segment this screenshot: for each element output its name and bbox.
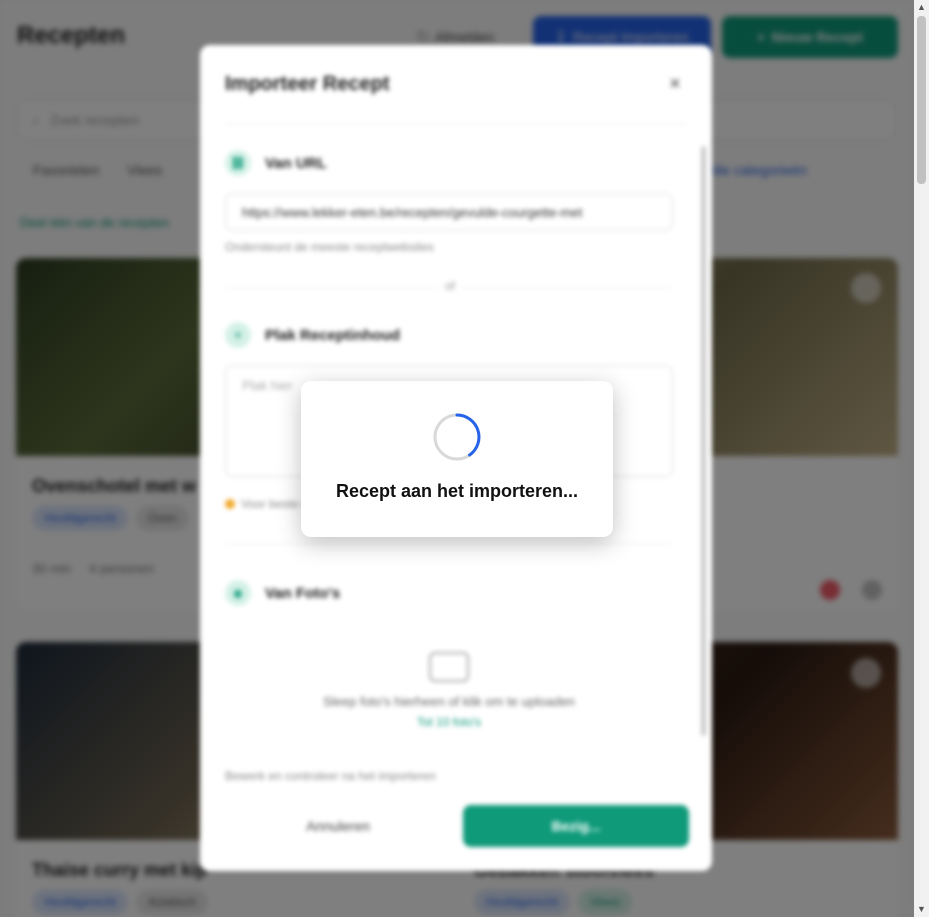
window-scrollbar[interactable]: ▲ ▼ <box>914 0 929 917</box>
spinner-arc <box>455 413 481 457</box>
dropzone-link[interactable]: Tot 10 foto's <box>225 715 673 729</box>
url-section-heading: ⛓ Van URL <box>225 150 327 176</box>
window-scrollbar-thumb[interactable] <box>917 16 926 184</box>
loading-spinner-icon <box>433 413 481 461</box>
url-section-label: Van URL <box>265 154 327 172</box>
modal-scrollbar-thumb[interactable] <box>701 146 706 736</box>
or-separator <box>225 543 673 544</box>
modal-title: Importeer Recept <box>225 73 390 95</box>
loading-message: Recept aan het importeren... <box>335 481 579 501</box>
close-icon[interactable]: × <box>666 74 684 94</box>
upload-icon <box>429 652 469 682</box>
scroll-down-arrow-icon[interactable]: ▼ <box>917 905 926 914</box>
modal-scrollbar[interactable] <box>700 140 708 780</box>
link-icon: ⛓ <box>225 150 251 176</box>
text-section-label: Plak Receptinhoud <box>265 326 401 344</box>
warning-dot-icon <box>225 499 235 509</box>
modal-header-divider <box>225 123 687 124</box>
loading-dialog: Recept aan het importeren... <box>301 381 613 537</box>
url-input[interactable]: https://www.lekker-eten.be/recepten/gevu… <box>225 193 673 231</box>
dropzone-text: Sleep foto's hierheen of klik om te uplo… <box>323 694 575 709</box>
url-hint: Ondersteunt de meeste receptwebsites <box>225 240 434 254</box>
or-separator-text: of <box>439 279 462 293</box>
photo-section-label: Van Foto's <box>265 584 341 602</box>
photo-hint: Bewerk en controleer na het importeren <box>225 769 436 783</box>
photo-section-heading: ◉ Van Foto's <box>225 580 340 606</box>
import-submit-button[interactable]: Bezig... <box>463 805 689 847</box>
photo-dropzone[interactable]: Sleep foto's hierheen of klik om te uplo… <box>225 627 673 751</box>
document-icon: ≡ <box>225 322 251 348</box>
text-section-heading: ≡ Plak Receptinhoud <box>225 322 400 348</box>
or-separator: of <box>225 279 673 293</box>
cancel-button[interactable]: Annuleren <box>225 805 451 847</box>
scroll-up-arrow-icon[interactable]: ▲ <box>917 3 926 12</box>
camera-icon: ◉ <box>225 580 251 606</box>
